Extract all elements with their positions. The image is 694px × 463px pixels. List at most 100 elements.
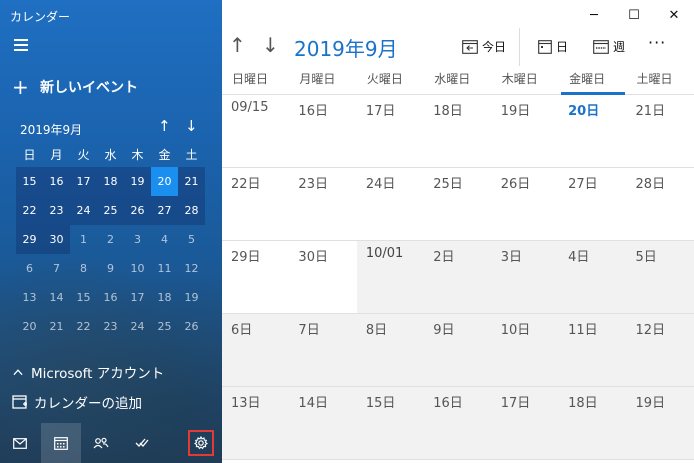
day-cell[interactable]: 25日 — [424, 168, 491, 240]
day-cell-today[interactable]: 20日 — [559, 95, 626, 167]
mini-day[interactable]: 24 — [70, 196, 97, 225]
day-cell[interactable]: 16日 — [424, 387, 492, 459]
mini-day[interactable]: 16 — [43, 167, 70, 196]
day-cell[interactable]: 10日 — [491, 314, 560, 386]
day-cell[interactable]: 30日 — [289, 241, 356, 313]
mini-day[interactable]: 22 — [70, 312, 97, 341]
mini-day[interactable]: 12 — [178, 254, 205, 283]
mini-day[interactable]: 11 — [151, 254, 178, 283]
mini-day-selected[interactable]: 20 — [151, 167, 178, 196]
add-calendar-button[interactable]: カレンダーの追加 — [12, 392, 142, 412]
mini-day[interactable]: 26 — [124, 196, 151, 225]
mini-day[interactable]: 16 — [97, 283, 124, 312]
mini-day[interactable]: 17 — [70, 167, 97, 196]
mini-day[interactable]: 19 — [178, 283, 205, 312]
mini-day[interactable]: 25 — [151, 312, 178, 341]
day-cell[interactable]: 12日 — [626, 314, 694, 386]
mini-day[interactable]: 2 — [97, 225, 124, 254]
day-cell[interactable]: 16日 — [289, 95, 356, 167]
mini-day[interactable]: 21 — [178, 167, 205, 196]
day-cell[interactable]: 09/15 — [222, 95, 289, 167]
day-cell[interactable]: 4日 — [559, 241, 627, 313]
day-cell[interactable]: 14日 — [289, 387, 357, 459]
day-cell[interactable]: 17日 — [357, 95, 424, 167]
day-view-button[interactable]: 日 — [538, 38, 568, 55]
mini-day[interactable]: 21 — [43, 312, 70, 341]
mini-day[interactable]: 30 — [43, 225, 70, 254]
mini-prev-arrow-icon[interactable]: ↑ — [158, 117, 171, 135]
day-cell[interactable]: 10/01 — [356, 241, 425, 313]
day-cell[interactable]: 21日 — [627, 95, 694, 167]
mini-day[interactable]: 26 — [178, 312, 205, 341]
mini-day[interactable]: 9 — [97, 254, 124, 283]
day-cell[interactable]: 3日 — [491, 241, 560, 313]
day-cell[interactable]: 2日 — [424, 241, 492, 313]
mini-day[interactable]: 18 — [151, 283, 178, 312]
month-title[interactable]: 2019年9月 — [294, 33, 398, 62]
mini-day[interactable]: 15 — [16, 167, 43, 196]
day-cell[interactable]: 19日 — [492, 95, 559, 167]
mini-day[interactable]: 6 — [16, 254, 43, 283]
day-cell[interactable]: 18日 — [559, 387, 627, 459]
next-month-arrow-icon[interactable]: ↓ — [262, 33, 279, 57]
mini-day[interactable]: 8 — [70, 254, 97, 283]
mini-day[interactable]: 27 — [151, 196, 178, 225]
day-cell[interactable]: 8日 — [356, 314, 425, 386]
day-cell[interactable]: 22日 — [222, 168, 289, 240]
week-view-button[interactable]: 週 — [593, 38, 625, 55]
maximize-button[interactable]: ☐ — [614, 0, 654, 30]
day-cell[interactable]: 26日 — [492, 168, 559, 240]
account-expander[interactable]: Microsoft アカウント — [13, 362, 164, 382]
close-button[interactable]: ✕ — [654, 0, 694, 30]
mini-day[interactable]: 10 — [124, 254, 151, 283]
calendar-icon[interactable] — [41, 423, 81, 463]
mini-day[interactable]: 28 — [178, 196, 205, 225]
mini-day[interactable]: 5 — [178, 225, 205, 254]
mini-day[interactable]: 7 — [43, 254, 70, 283]
mini-day[interactable]: 19 — [124, 167, 151, 196]
mini-day[interactable]: 15 — [70, 283, 97, 312]
mini-day[interactable]: 3 — [124, 225, 151, 254]
mini-day[interactable]: 4 — [151, 225, 178, 254]
mini-day[interactable]: 24 — [124, 312, 151, 341]
todo-icon[interactable] — [122, 423, 162, 463]
mini-day[interactable]: 17 — [124, 283, 151, 312]
prev-month-arrow-icon[interactable]: ↑ — [229, 33, 246, 57]
day-cell[interactable]: 19日 — [626, 387, 694, 459]
day-cell[interactable]: 15日 — [356, 387, 425, 459]
menu-icon[interactable] — [14, 39, 28, 51]
mini-day[interactable]: 25 — [97, 196, 124, 225]
mini-day[interactable]: 1 — [70, 225, 97, 254]
mini-next-arrow-icon[interactable]: ↓ — [185, 117, 198, 135]
people-icon[interactable] — [81, 423, 121, 463]
day-cell[interactable]: 7日 — [289, 314, 357, 386]
mini-day[interactable]: 18 — [97, 167, 124, 196]
mini-day[interactable]: 23 — [97, 312, 124, 341]
mini-calendar-month[interactable]: 2019年9月 — [20, 121, 82, 138]
day-cell[interactable]: 5日 — [626, 241, 694, 313]
mini-day[interactable]: 20 — [16, 312, 43, 341]
new-event-button[interactable]: + 新しいイベント — [12, 77, 138, 97]
day-cell[interactable]: 28日 — [627, 168, 694, 240]
mail-icon[interactable] — [0, 423, 40, 463]
day-cell[interactable]: 11日 — [559, 314, 627, 386]
more-options-icon[interactable]: ··· — [648, 33, 666, 52]
mini-day[interactable]: 14 — [43, 283, 70, 312]
settings-button[interactable] — [181, 423, 221, 463]
mini-week-row: 6 7 8 9 10 11 12 — [16, 254, 205, 283]
mini-day[interactable]: 23 — [43, 196, 70, 225]
day-cell[interactable]: 9日 — [424, 314, 492, 386]
day-cell[interactable]: 6日 — [222, 314, 290, 386]
mini-day[interactable]: 13 — [16, 283, 43, 312]
day-cell[interactable]: 18日 — [424, 95, 491, 167]
day-cell[interactable]: 29日 — [222, 241, 289, 313]
day-cell[interactable]: 27日 — [559, 168, 626, 240]
today-button[interactable]: 今日 — [462, 38, 506, 55]
day-cell[interactable]: 13日 — [222, 387, 290, 459]
mini-day[interactable]: 22 — [16, 196, 43, 225]
day-cell[interactable]: 23日 — [289, 168, 356, 240]
minimize-button[interactable]: ─ — [574, 0, 614, 30]
day-cell[interactable]: 24日 — [357, 168, 424, 240]
mini-day[interactable]: 29 — [16, 225, 43, 254]
day-cell[interactable]: 17日 — [491, 387, 560, 459]
